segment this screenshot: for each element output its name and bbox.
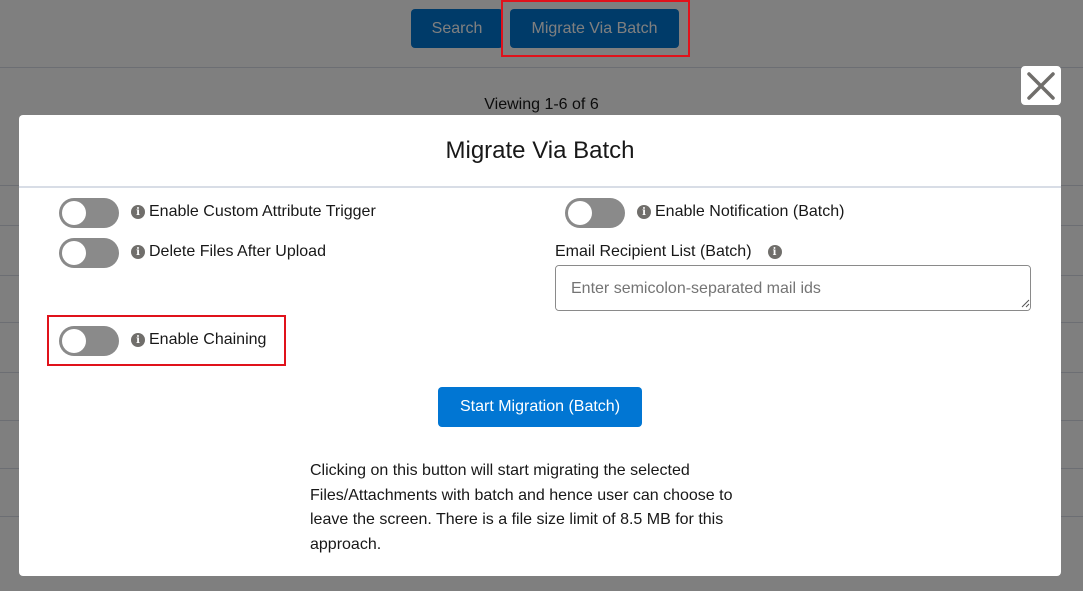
chaining-label: Enable Chaining [149,331,267,348]
info-icon[interactable]: i [131,333,145,347]
custom-attribute-trigger-label: Enable Custom Attribute Trigger [149,203,376,220]
delete-files-option: i Delete Files After Upload [131,243,326,261]
custom-attribute-trigger-option: i Enable Custom Attribute Trigger [131,203,376,221]
modal-title: Migrate Via Batch [445,136,635,164]
info-icon[interactable]: i [767,245,782,259]
toggle-knob [62,241,86,265]
info-icon[interactable]: i [131,205,145,219]
info-icon[interactable]: i [637,205,651,219]
toggle-knob [62,329,86,353]
email-recipient-input[interactable] [555,265,1031,311]
chaining-toggle[interactable] [59,326,119,356]
close-button[interactable] [1021,66,1061,105]
info-icon[interactable]: i [131,245,145,259]
email-recipient-label-row: Email Recipient List (Batch) i [555,243,786,261]
delete-files-label: Delete Files After Upload [149,243,326,260]
highlight-box [501,0,690,57]
email-recipient-label: Email Recipient List (Batch) [555,243,752,260]
chaining-option: i Enable Chaining [131,331,266,349]
delete-files-toggle[interactable] [59,238,119,268]
migrate-modal: Migrate Via Batch i Enable Custom Attrib… [19,115,1061,576]
notification-toggle[interactable] [565,198,625,228]
modal-header: Migrate Via Batch [19,115,1061,188]
toggle-knob [62,201,86,225]
toggle-knob [568,201,592,225]
notification-label: Enable Notification (Batch) [655,203,845,220]
close-icon [1027,71,1055,100]
migration-description: Clicking on this button will start migra… [310,462,733,553]
start-migration-button[interactable]: Start Migration (Batch) [438,387,642,427]
custom-attribute-trigger-toggle[interactable] [59,198,119,228]
notification-option: i Enable Notification (Batch) [637,203,844,221]
resize-grip-icon[interactable] [1020,298,1030,308]
